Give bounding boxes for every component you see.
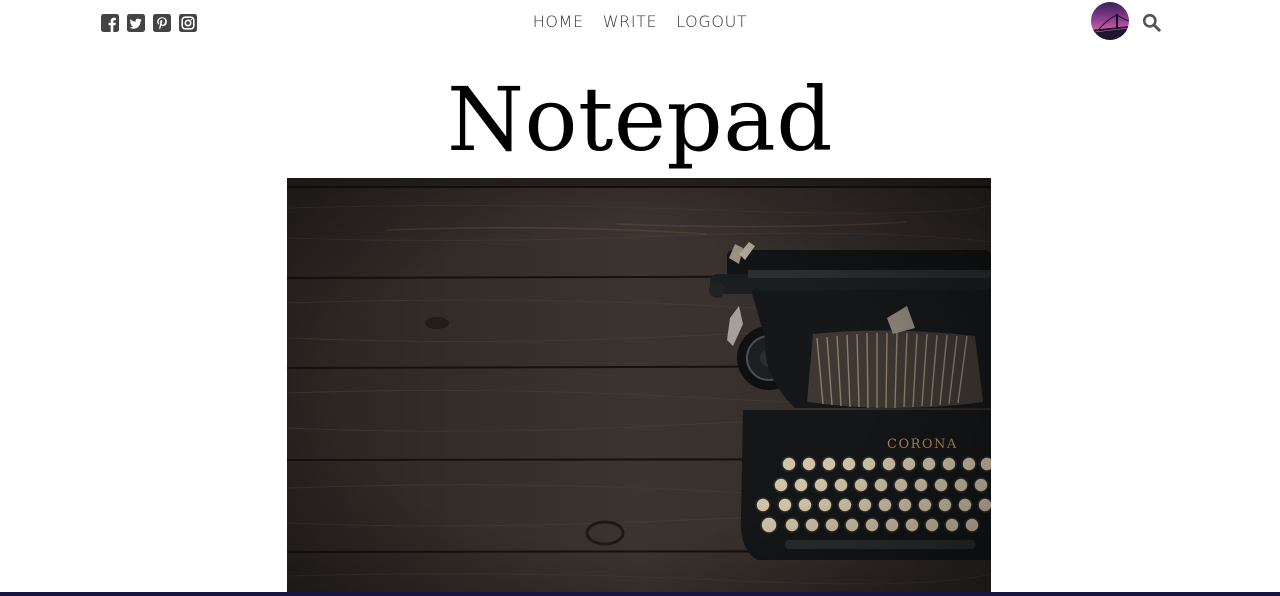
top-bar: HOME WRITE LOGOUT [0,0,1280,46]
nav-home[interactable]: HOME [533,12,584,32]
page-title: Notepad [446,68,834,171]
bottom-bar [0,592,1280,596]
search-icon[interactable] [1142,13,1161,32]
nav-write[interactable]: WRITE [603,12,658,32]
main-nav: HOME WRITE LOGOUT [0,12,1280,32]
nav-logout[interactable]: LOGOUT [676,12,747,32]
user-avatar[interactable] [1091,2,1129,40]
hero-image[interactable]: CORONA [287,178,991,596]
